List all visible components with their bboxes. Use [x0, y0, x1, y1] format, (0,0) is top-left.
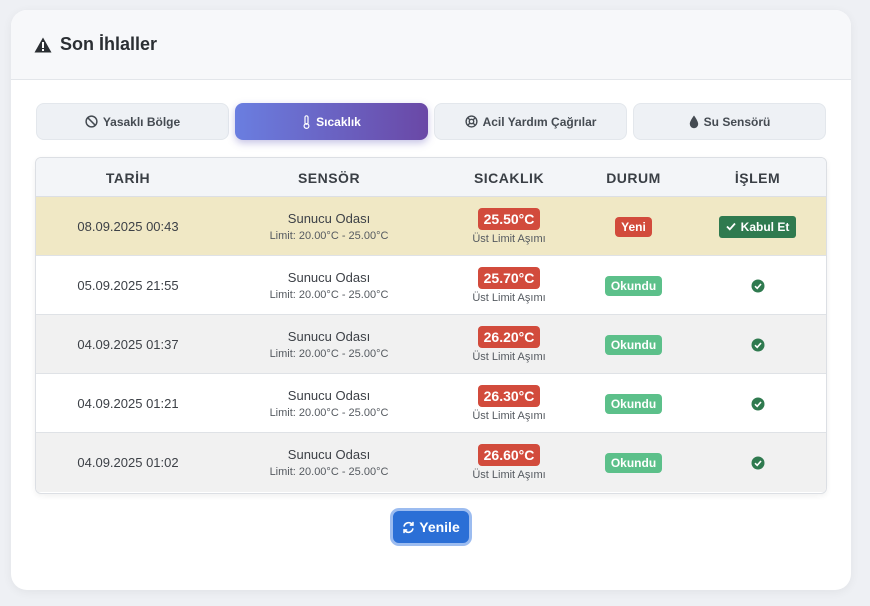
refresh-button[interactable]: Yenile [390, 508, 472, 546]
sensor-limit: Limit: 20.00°C - 25.00°C [269, 407, 389, 419]
temperature-note: Üst Limit Aşımı [472, 292, 546, 304]
sensor-name: Sunucu Odası [287, 329, 371, 344]
temperature-badge: 26.60°C [477, 444, 541, 466]
tab-emergency-calls[interactable]: Acil Yardım Çağrılar [434, 103, 627, 140]
refresh-label: Yenile [419, 519, 460, 535]
page-title: Son İhlaller [60, 34, 158, 54]
status-cell: Okundu [580, 315, 687, 374]
tab-label: Acil Yardım Çağrılar [482, 114, 597, 129]
table-row: 04.09.2025 01:37 Sunucu Odası Limit: 20.… [36, 315, 826, 374]
sensor-cell: Sunucu Odası Limit: 20.00°C - 25.00°C [220, 433, 438, 492]
status-badge: Okundu [604, 334, 663, 355]
sensor-cell: Sunucu Odası Limit: 20.00°C - 25.00°C [220, 315, 438, 374]
temperature-cell: 26.60°C Üst Limit Aşımı [438, 433, 580, 492]
sensor-limit: Limit: 20.00°C - 25.00°C [269, 466, 389, 478]
date-cell: 04.09.2025 01:02 [77, 455, 179, 470]
ban-icon [85, 115, 98, 128]
temperature-note: Üst Limit Aşımı [472, 410, 546, 422]
date-cell: 04.09.2025 01:37 [77, 337, 179, 352]
sensor-name: Sunucu Odası [287, 447, 371, 462]
tab-restricted-zone[interactable]: Yasaklı Bölge [36, 103, 229, 140]
sensor-name: Sunucu Odası [287, 270, 371, 285]
status-badge: Okundu [604, 452, 663, 473]
sensor-name: Sunucu Odası [287, 388, 371, 403]
status-cell: Okundu [580, 256, 687, 315]
tab-label: Yasaklı Bölge [102, 114, 181, 129]
droplet-icon [689, 115, 699, 129]
status-cell: Yeni [580, 197, 687, 256]
violation-tabs: Yasaklı Bölge Sıcaklık Acil Yardım Çağrı… [36, 103, 826, 140]
violations-card: Son İhlaller Yasaklı Bölge Sıcaklık Acil… [11, 10, 851, 590]
column-header-status: DURUM [606, 169, 661, 186]
temperature-cell: 25.50°C Üst Limit Aşımı [438, 197, 580, 256]
action-cell [687, 374, 826, 433]
action-cell [687, 315, 826, 374]
status-badge: Okundu [604, 393, 663, 414]
thermometer-icon [302, 114, 311, 129]
sensor-limit: Limit: 20.00°C - 25.00°C [269, 289, 389, 301]
temperature-cell: 26.20°C Üst Limit Aşımı [438, 315, 580, 374]
status-badge: Okundu [604, 275, 663, 296]
check-icon [726, 222, 736, 231]
action-cell: Kabul Et [687, 197, 826, 256]
check-circle-icon [751, 338, 765, 352]
temperature-badge: 25.70°C [477, 267, 541, 289]
sensor-cell: Sunucu Odası Limit: 20.00°C - 25.00°C [220, 256, 438, 315]
tab-temperature[interactable]: Sıcaklık [235, 103, 428, 140]
tab-water-sensor[interactable]: Su Sensörü [633, 103, 826, 140]
table-row: 08.09.2025 00:43 Sunucu Odası Limit: 20.… [36, 197, 826, 256]
violations-table: TARİH SENSÖR SICAKLIK DURUM İŞLEM 08.09.… [35, 157, 827, 494]
table-row: 04.09.2025 01:02 Sunucu Odası Limit: 20.… [36, 433, 826, 492]
temperature-badge: 25.50°C [477, 208, 541, 230]
status-badge: Yeni [615, 216, 652, 237]
accept-button[interactable]: Kabul Et [718, 215, 797, 238]
temperature-badge: 26.20°C [477, 326, 541, 348]
table-row: 05.09.2025 21:55 Sunucu Odası Limit: 20.… [36, 256, 826, 315]
lifebuoy-icon [464, 115, 478, 128]
sensor-cell: Sunucu Odası Limit: 20.00°C - 25.00°C [220, 374, 438, 433]
sensor-name: Sunucu Odası [287, 211, 371, 226]
check-circle-icon [751, 397, 765, 411]
action-cell [687, 433, 826, 492]
tab-label: Sıcaklık [316, 114, 361, 129]
temperature-note: Üst Limit Aşımı [472, 469, 546, 481]
accept-label: Kabul Et [740, 219, 790, 234]
refresh-icon [402, 521, 415, 534]
warning-icon [34, 37, 52, 53]
column-header-date: TARİH [105, 169, 151, 186]
tab-label: Su Sensörü [703, 114, 771, 129]
column-header-temperature: SICAKLIK [473, 169, 545, 186]
temperature-cell: 25.70°C Üst Limit Aşımı [438, 256, 580, 315]
status-cell: Okundu [580, 374, 687, 433]
sensor-cell: Sunucu Odası Limit: 20.00°C - 25.00°C [220, 197, 438, 256]
temperature-cell: 26.30°C Üst Limit Aşımı [438, 374, 580, 433]
check-circle-icon [751, 279, 765, 293]
status-cell: Okundu [580, 433, 687, 492]
temperature-note: Üst Limit Aşımı [472, 233, 546, 245]
column-header-action: İŞLEM [734, 169, 781, 186]
date-cell: 04.09.2025 01:21 [77, 396, 179, 411]
date-cell: 08.09.2025 00:43 [77, 219, 179, 234]
sensor-limit: Limit: 20.00°C - 25.00°C [269, 348, 389, 360]
card-header: Son İhlaller [11, 10, 851, 80]
date-cell: 05.09.2025 21:55 [77, 278, 179, 293]
table-row: 04.09.2025 01:21 Sunucu Odası Limit: 20.… [36, 374, 826, 433]
check-circle-icon [751, 456, 765, 470]
temperature-badge: 26.30°C [477, 385, 541, 407]
sensor-limit: Limit: 20.00°C - 25.00°C [269, 230, 389, 242]
table-header: TARİH SENSÖR SICAKLIK DURUM İŞLEM [36, 158, 826, 197]
action-cell [687, 256, 826, 315]
temperature-note: Üst Limit Aşımı [472, 351, 546, 363]
column-header-sensor: SENSÖR [297, 169, 361, 186]
